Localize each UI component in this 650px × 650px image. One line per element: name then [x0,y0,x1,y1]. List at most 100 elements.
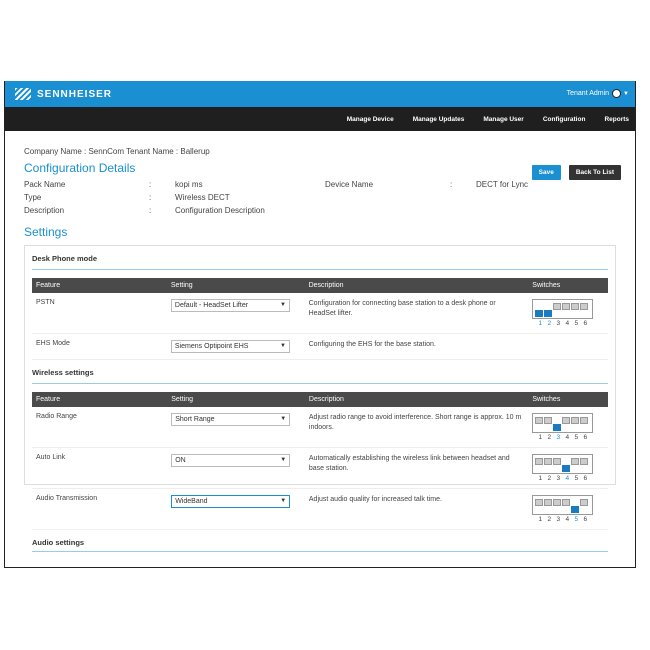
setting-select[interactable]: ON ▼ [171,454,291,467]
switch-knob [562,465,571,472]
dip-switch [562,458,571,472]
feature-name: PSTN [32,293,167,334]
separator: : [149,206,152,215]
switch-number: 6 [583,320,588,327]
switch-numbers: 123456 [532,320,593,327]
feature-description: Automatically establishing the wireless … [304,447,529,489]
nav-manage-updates[interactable]: Manage Updates [413,116,465,123]
wireless-table: Feature Setting Description Switches Rad… [32,392,608,530]
divider [32,551,608,552]
dropdown-arrow-icon: ▼ [280,416,287,422]
dip-switch [571,417,580,431]
feature-description: Configuring the EHS for the base station… [304,333,529,360]
switch-number: 5 [574,475,579,482]
nav-manage-device[interactable]: Manage Device [347,116,394,123]
dropdown-arrow-icon: ▼ [280,457,287,463]
table-header: Feature Setting Description Switches [32,392,608,407]
switch-knob [580,417,589,424]
switch-number: 1 [538,516,543,523]
main-content: Company Name : SennCom Tenant Name : Bal… [5,131,635,552]
switch-number: 2 [547,475,552,482]
dip-switch [562,303,571,317]
switch-knob [580,458,589,465]
switch-knob [544,499,553,506]
dip-switches: 123456 [532,454,604,482]
nav-manage-user[interactable]: Manage User [483,116,523,123]
feature-description: Configuration for connecting base statio… [304,293,529,334]
feature-name: Radio Range [32,407,168,448]
column-header-description: Description [304,392,529,407]
divider [32,383,608,384]
dip-switch [553,458,562,472]
switch-number: 1 [538,434,543,441]
dip-switch [580,303,589,317]
dropdown-arrow-icon: ▼ [279,343,286,349]
nav-configuration[interactable]: Configuration [543,116,586,123]
switch-block [532,495,594,515]
column-header-setting: Setting [166,278,305,293]
setting-select[interactable]: Default - HeadSet Lifter ▼ [170,299,290,312]
dip-switch [535,303,544,317]
switch-number: 6 [583,475,588,482]
dip-switch [544,417,553,431]
dip-switch [571,303,580,317]
switch-numbers: 123456 [532,475,593,482]
table-row: Radio Range Short Range ▼ Adjust radio ra… [32,407,608,448]
user-menu[interactable]: Tenant Admin ▼ [567,89,629,98]
setting-select[interactable]: Siemens Optipoint EHS ▼ [170,340,290,353]
switch-number: 4 [565,475,570,482]
device-name-value: DECT for Lync [476,180,529,189]
app-window: SENNHEISER Tenant Admin ▼ Manage Device … [4,81,636,568]
setting-select[interactable]: WideBand ▼ [171,495,291,508]
pack-details: Pack Name : kopi ms Device Name : DECT f… [24,180,616,215]
switch-knob [535,310,544,317]
switch-knob [544,310,553,317]
divider [32,269,608,270]
device-name-label: Device Name [325,180,374,189]
type-value: Wireless DECT [175,193,230,202]
dip-switches: 123456 [532,495,604,523]
brand-logo[interactable]: SENNHEISER [15,88,112,100]
separator: : [450,180,453,189]
dip-switch [562,417,571,431]
switch-knob [535,499,544,506]
dropdown-arrow-icon: ▼ [280,498,287,504]
feature-description: Adjust audio quality for increased talk … [304,488,529,530]
table-row: Auto Link ON ▼ Automatically establishing… [32,447,608,489]
dip-switch [553,303,562,317]
column-header-description: Description [304,278,529,293]
nav-reports[interactable]: Reports [604,116,629,123]
main-nav: Manage Device Manage Updates Manage User… [5,107,635,131]
switch-number: 5 [574,434,579,441]
column-header-setting: Setting [167,392,305,407]
switch-knob [535,458,544,465]
switch-knob [544,417,553,424]
select-value: ON [175,457,186,464]
table-header: Feature Setting Description Switches [32,278,608,293]
column-header-switches: Switches [528,278,608,293]
desk-phone-table: Feature Setting Description Switches PST… [32,278,608,360]
switch-number: 3 [556,516,561,523]
feature-name: EHS Mode [32,333,167,360]
settings-title: Settings [24,225,68,239]
switch-knob [562,499,571,506]
select-value: WideBand [175,498,208,505]
type-label: Type [24,193,42,202]
pack-name-value: kopi ms [175,180,203,189]
switch-numbers: 123456 [532,434,593,441]
switch-number: 4 [565,434,570,441]
column-header-switches: Switches [528,392,608,407]
switch-number: 3 [556,475,561,482]
setting-select[interactable]: Short Range ▼ [171,413,291,426]
dip-switch [580,499,589,513]
switch-knob [571,303,580,310]
switch-knob [580,499,589,506]
switch-knob [535,417,544,424]
switch-number: 2 [547,434,552,441]
pack-name-label: Pack Name [24,180,66,189]
switch-knob [580,303,589,310]
switch-block [532,454,594,474]
save-button[interactable]: Save [531,165,561,180]
back-to-list-button[interactable]: Back To List [568,165,621,180]
switch-number: 5 [574,516,579,523]
